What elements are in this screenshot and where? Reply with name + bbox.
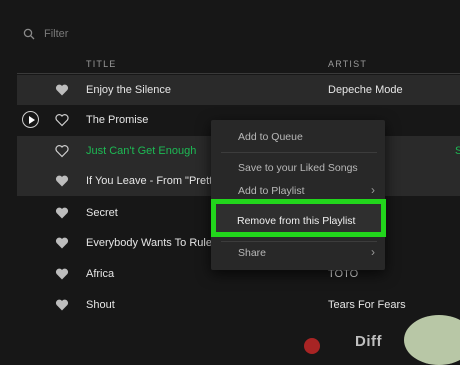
filter-bar[interactable]: Filter: [23, 25, 68, 43]
heart-icon[interactable]: [55, 236, 69, 250]
track-row[interactable]: Enjoy the Silence Depeche Mode: [17, 75, 460, 105]
filter-input[interactable]: Filter: [44, 28, 68, 40]
track-title: Enjoy the Silence: [86, 84, 171, 96]
menu-item-label: Share: [238, 247, 267, 259]
menu-remove-from-playlist[interactable]: Remove from this Playlist: [211, 199, 386, 237]
track-artist[interactable]: Depeche Mode: [328, 84, 403, 96]
play-icon[interactable]: [22, 111, 39, 128]
heart-icon[interactable]: [55, 174, 69, 188]
column-title[interactable]: TITLE: [86, 59, 117, 69]
track-title: If You Leave - From "Pretty: [86, 175, 218, 187]
heart-outline-icon[interactable]: [55, 113, 69, 127]
track-extra: S: [455, 145, 460, 157]
track-title: Secret: [86, 207, 118, 219]
decorative-dot: [304, 338, 320, 354]
menu-add-to-queue[interactable]: Add to Queue: [211, 126, 385, 146]
menu-save-liked[interactable]: Save to your Liked Songs: [211, 157, 385, 177]
track-title: Everybody Wants To Rule: [86, 237, 212, 249]
chevron-right-icon: ›: [371, 183, 375, 197]
heart-icon[interactable]: [55, 83, 69, 97]
menu-item-label: Add to Playlist: [238, 185, 305, 197]
menu-item-label: Remove from this Playlist: [237, 215, 356, 227]
header-divider: [17, 73, 460, 74]
heart-outline-icon[interactable]: [55, 144, 69, 158]
track-title: Just Can't Get Enough: [86, 145, 197, 157]
menu-item-label: Add to Queue: [238, 131, 303, 143]
track-row[interactable]: Shout Tears For Fears: [17, 290, 460, 320]
heart-icon[interactable]: [55, 298, 69, 312]
chevron-right-icon: ›: [371, 245, 375, 259]
column-header: TITLE ARTIST: [0, 55, 460, 73]
track-artist[interactable]: Tears For Fears: [328, 299, 406, 311]
track-title: Shout: [86, 299, 115, 311]
corner-logo: [404, 315, 460, 365]
menu-item-label: Save to your Liked Songs: [238, 162, 358, 174]
column-artist[interactable]: ARTIST: [328, 59, 367, 69]
track-title: Africa: [86, 268, 115, 280]
partial-logo-text: Diff: [355, 333, 382, 350]
menu-divider: [221, 152, 377, 153]
heart-icon[interactable]: [55, 267, 69, 281]
context-menu: Add to Queue Save to your Liked Songs Ad…: [211, 120, 385, 270]
heart-icon[interactable]: [55, 206, 69, 220]
search-icon: [23, 28, 35, 40]
track-title: The Promise: [86, 114, 149, 126]
menu-share[interactable]: Share ›: [211, 242, 385, 262]
menu-add-to-playlist[interactable]: Add to Playlist ›: [211, 180, 385, 200]
